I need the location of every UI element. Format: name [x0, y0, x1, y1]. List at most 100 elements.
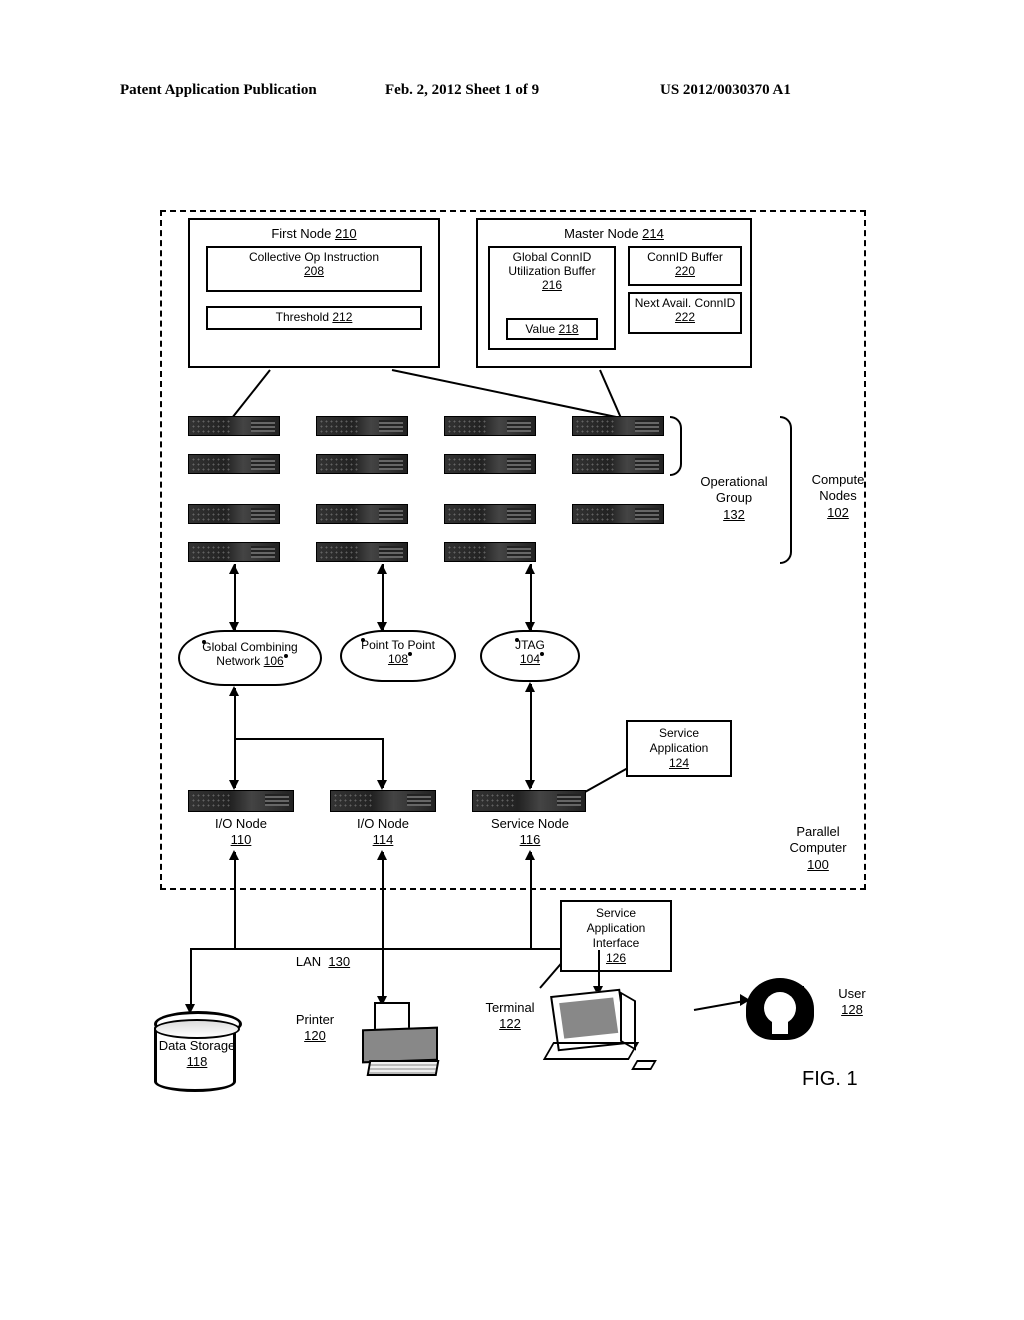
- value-box: Value 218: [506, 318, 598, 340]
- lan-label: LAN 130: [278, 954, 368, 970]
- ptp-label: Point To Point: [361, 638, 435, 652]
- rack-unit: [188, 454, 280, 474]
- parallel-computer-text: Parallel Computer: [789, 824, 846, 855]
- arrowhead-icon: [377, 850, 387, 860]
- master-node-box: Master Node 214 Global ConnID Utilizatio…: [476, 218, 752, 368]
- threshold-label: Threshold: [276, 310, 329, 324]
- jtag-ref: 104: [520, 652, 540, 666]
- point-to-point-cloud: Point To Point 108: [340, 630, 456, 682]
- io2-text: I/O Node: [357, 816, 409, 831]
- io-node-1: [188, 790, 294, 812]
- io-node-2-label: I/O Node 114: [342, 816, 424, 849]
- connector: [382, 950, 384, 1000]
- sai-label: Service Application Interface: [587, 906, 646, 950]
- global-combining-network-cloud: Global Combining Network 106: [178, 630, 322, 686]
- jtag-cloud: JTAG 104: [480, 630, 580, 682]
- operational-group-ref: 132: [723, 507, 745, 522]
- connid-buffer-ref: 220: [675, 264, 695, 278]
- user-ref: 128: [841, 1002, 863, 1017]
- terminal-label: Terminal 122: [470, 1000, 550, 1033]
- global-connid-buf-ref: 216: [542, 278, 562, 292]
- lan-ref: 130: [328, 954, 350, 969]
- parallel-computer-ref: 100: [807, 857, 829, 872]
- global-connid-buf-box: Global ConnID Utilization Buffer 216 Val…: [488, 246, 616, 350]
- arrowhead-icon: [229, 850, 239, 860]
- operational-group-text: Operational Group: [700, 474, 767, 505]
- io1-ref: 110: [231, 832, 252, 847]
- connector: [382, 852, 384, 948]
- storage-ref: 118: [187, 1054, 208, 1069]
- service-node-label: Service Node 116: [480, 816, 580, 849]
- lan-text: LAN: [296, 954, 321, 969]
- rack-unit: [316, 416, 408, 436]
- service-application-interface-box: Service Application Interface 126: [560, 900, 672, 972]
- rack-unit: [316, 454, 408, 474]
- user-text: User: [838, 986, 865, 1001]
- next-avail-box: Next Avail. ConnID 222: [628, 292, 742, 334]
- arrowhead-icon: [525, 564, 535, 574]
- master-node-ref: 214: [642, 226, 664, 241]
- figure-area: First Node 210 Collective Op Instruction…: [160, 210, 880, 1110]
- terminal-text: Terminal: [485, 1000, 534, 1015]
- ptp-ref: 108: [388, 652, 408, 666]
- compute-nodes-ref: 102: [827, 505, 849, 520]
- printer-text: Printer: [296, 1012, 334, 1027]
- first-node-box: First Node 210 Collective Op Instruction…: [188, 218, 440, 368]
- service-text: Service Node: [491, 816, 569, 831]
- arrowhead-icon: [525, 780, 535, 790]
- connid-buffer-box: ConnID Buffer 220: [628, 246, 742, 286]
- connector: [234, 852, 236, 948]
- data-storage-label: Data Storage 118: [152, 1038, 242, 1071]
- io1-text: I/O Node: [215, 816, 267, 831]
- connector: [236, 738, 384, 740]
- rack-unit: [444, 416, 536, 436]
- compute-nodes-text: Compute Nodes: [812, 472, 865, 503]
- connector: [598, 950, 600, 990]
- threshold-box: Threshold 212: [206, 306, 422, 330]
- figure-number: FIG. 1: [802, 1068, 858, 1091]
- rack-unit: [188, 542, 280, 562]
- collective-op-ref: 208: [304, 264, 324, 278]
- lan-line: [190, 948, 600, 950]
- service-application-box: Service Application 124: [626, 720, 732, 777]
- arrowhead-icon: [229, 686, 239, 696]
- printer-ref: 120: [304, 1028, 326, 1043]
- header-left: Patent Application Publication: [120, 82, 317, 99]
- collective-op-box: Collective Op Instruction 208: [206, 246, 422, 292]
- rack-unit: [444, 454, 536, 474]
- io-node-1-label: I/O Node 110: [200, 816, 282, 849]
- collective-op-label: Collective Op Instruction: [249, 250, 379, 264]
- rack-unit: [572, 504, 664, 524]
- value-ref: 218: [559, 322, 579, 336]
- gcn-ref: 106: [264, 654, 284, 668]
- arrowhead-icon: [525, 850, 535, 860]
- service-app-label: Service Application: [650, 726, 709, 755]
- terminal-ref: 122: [499, 1016, 521, 1031]
- arrowhead-icon: [377, 564, 387, 574]
- next-avail-label: Next Avail. ConnID: [635, 296, 736, 310]
- printer-icon: [344, 1010, 438, 1070]
- global-connid-buf-label: Global ConnID Utilization Buffer: [508, 250, 595, 278]
- io-node-2: [330, 790, 436, 812]
- rack-unit: [444, 504, 536, 524]
- service-ref: 116: [520, 832, 541, 847]
- header-center: Feb. 2, 2012 Sheet 1 of 9: [385, 82, 539, 99]
- arrowhead-icon: [525, 682, 535, 692]
- sai-ref: 126: [606, 951, 626, 965]
- rack-unit: [572, 454, 664, 474]
- next-avail-ref: 222: [675, 310, 695, 324]
- connector: [530, 684, 532, 788]
- parallel-computer-label: Parallel Computer 100: [768, 824, 868, 873]
- rack-unit: [188, 504, 280, 524]
- rack-unit: [316, 542, 408, 562]
- connector: [530, 852, 532, 948]
- service-node: [472, 790, 586, 812]
- arrowhead-icon: [377, 780, 387, 790]
- user-icon: [736, 978, 822, 1050]
- rack-unit: [572, 416, 664, 436]
- storage-text: Data Storage: [159, 1038, 236, 1053]
- connid-buffer-label: ConnID Buffer: [647, 250, 723, 264]
- first-node-title: First Node: [271, 226, 331, 241]
- compute-nodes-label: Compute Nodes 102: [800, 472, 876, 521]
- value-label: Value: [525, 322, 555, 336]
